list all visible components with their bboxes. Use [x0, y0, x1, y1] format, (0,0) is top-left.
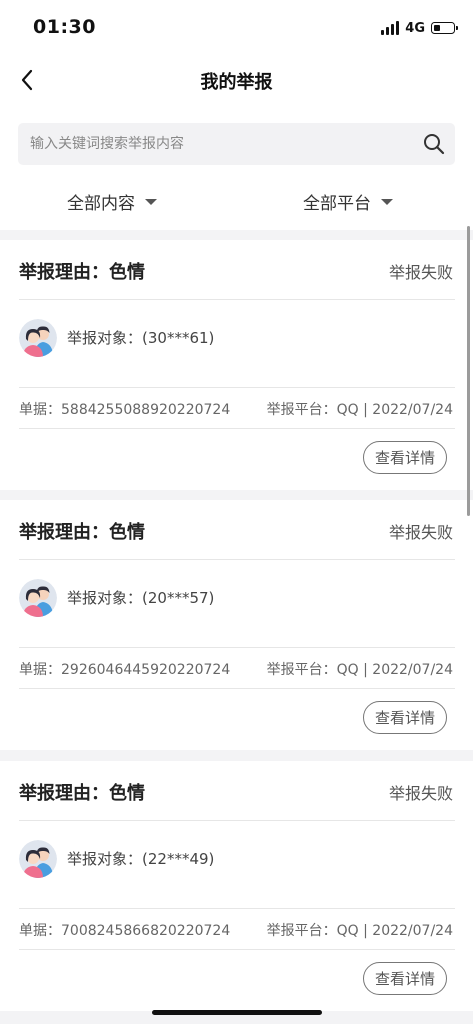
- battery-icon: [431, 22, 458, 34]
- status-bar: 01:30 4G: [0, 0, 473, 56]
- avatar: [19, 840, 57, 878]
- report-status: 举报失败: [388, 263, 453, 282]
- navigation-bar: 我的举报: [0, 56, 473, 104]
- view-details-button[interactable]: 查看详情: [363, 701, 447, 734]
- couple-avatar-icon: [19, 840, 57, 878]
- report-target: 举报对象：(20***57): [67, 589, 215, 607]
- report-reason: 举报理由：色情: [19, 522, 145, 543]
- divider: [19, 299, 455, 300]
- search-icon[interactable]: [423, 133, 445, 155]
- status-time: 01:30: [33, 16, 96, 38]
- report-status: 举报失败: [388, 784, 453, 803]
- divider: [19, 647, 455, 648]
- report-reason: 举报理由：色情: [19, 783, 145, 804]
- caret-down-icon: [145, 199, 157, 205]
- ticket-number: 单据：2926046445920220724: [19, 662, 231, 678]
- avatar: [19, 579, 57, 617]
- search-input[interactable]: [30, 123, 410, 165]
- caret-down-icon: [381, 199, 393, 205]
- divider: [19, 387, 455, 388]
- avatar: [19, 319, 57, 357]
- report-target: 举报对象：(22***49): [67, 850, 215, 868]
- content-filter-label: 全部内容: [67, 193, 135, 214]
- divider: [19, 559, 455, 560]
- ticket-number: 单据：7008245866820220724: [19, 923, 231, 939]
- signal-icon: [381, 21, 400, 35]
- report-card: 举报理由：色情 举报失败 举报对象：(20***57) 单据：292604644…: [0, 500, 473, 750]
- report-list-page: 01:30 4G 我的举报 输入关键词搜索举报内容 全部内容 全部平台 举报理由…: [0, 0, 473, 1024]
- report-platform-date: 举报平台：QQ | 2022/07/24: [266, 923, 453, 939]
- view-details-button[interactable]: 查看详情: [363, 441, 447, 474]
- header-area: 01:30 4G 我的举报 输入关键词搜索举报内容 全部内容 全部平台: [0, 0, 473, 230]
- filter-row: 全部内容 全部平台: [0, 180, 473, 222]
- scrollbar[interactable]: [467, 226, 470, 516]
- search-bar: [18, 123, 455, 165]
- status-icons: 4G: [381, 18, 458, 38]
- page-title: 我的举报: [200, 72, 273, 93]
- divider: [19, 688, 455, 689]
- content-filter-dropdown[interactable]: 全部内容: [67, 180, 157, 222]
- home-indicator[interactable]: [152, 1010, 322, 1015]
- report-status: 举报失败: [388, 523, 453, 542]
- divider: [19, 428, 455, 429]
- report-card: 举报理由：色情 举报失败 举报对象：(30***61) 单据：588425508…: [0, 240, 473, 490]
- divider: [19, 949, 455, 950]
- report-reason: 举报理由：色情: [19, 262, 145, 283]
- report-platform-date: 举报平台：QQ | 2022/07/24: [266, 402, 453, 418]
- report-target: 举报对象：(30***61): [67, 329, 215, 347]
- view-details-button[interactable]: 查看详情: [363, 962, 447, 995]
- couple-avatar-icon: [19, 579, 57, 617]
- report-platform-date: 举报平台：QQ | 2022/07/24: [266, 662, 453, 678]
- report-card: 举报理由：色情 举报失败 举报对象：(22***49) 单据：700824586…: [0, 761, 473, 1011]
- network-type: 4G: [405, 20, 425, 36]
- divider: [19, 908, 455, 909]
- divider: [19, 820, 455, 821]
- ticket-number: 单据：5884255088920220724: [19, 402, 231, 418]
- platform-filter-dropdown[interactable]: 全部平台: [303, 180, 393, 222]
- couple-avatar-icon: [19, 319, 57, 357]
- platform-filter-label: 全部平台: [303, 193, 371, 214]
